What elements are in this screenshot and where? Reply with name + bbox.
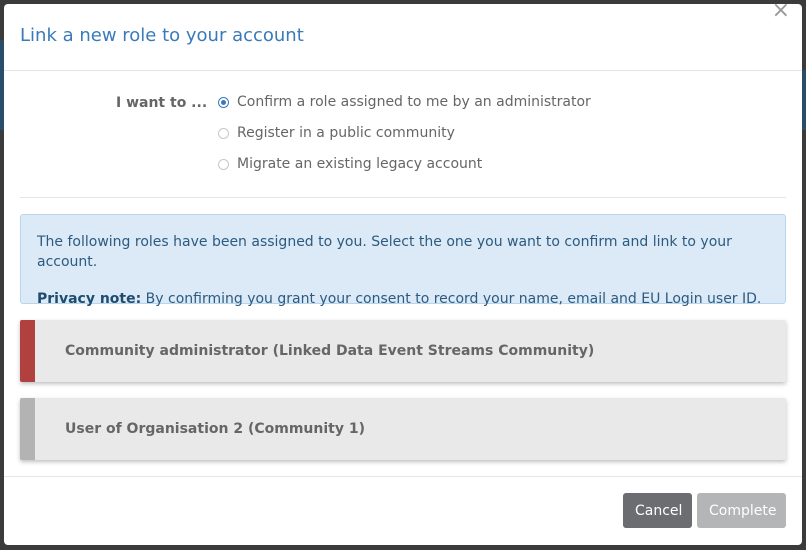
privacy-note-text: By confirming you grant your consent to … <box>141 291 762 307</box>
role-card-organisation-user[interactable]: User of Organisation 2 (Community 1) <box>20 398 786 460</box>
info-alert: The following roles have been assigned t… <box>20 214 786 307</box>
dialog-title: Link a new role to your account <box>20 25 304 46</box>
radio-register-community[interactable]: Register in a public community <box>218 125 455 141</box>
intent-group: I want to ... Confirm a role assigned to… <box>20 71 786 198</box>
radio-migrate-legacy[interactable]: Migrate an existing legacy account <box>218 156 482 172</box>
radio-label: Confirm a role assigned to me by an admi… <box>237 94 591 110</box>
complete-button[interactable]: Complete <box>697 493 786 528</box>
close-icon[interactable]: × <box>772 4 790 23</box>
intent-label: I want to ... <box>116 95 208 111</box>
privacy-note: Privacy note: By confirming you grant yo… <box>37 289 769 309</box>
radio-unchecked-icon[interactable] <box>218 158 229 170</box>
radio-unchecked-icon[interactable] <box>218 127 229 139</box>
cancel-button[interactable]: Cancel <box>623 493 692 528</box>
dialog-header: Link a new role to your account <box>4 4 802 71</box>
radio-confirm-role[interactable]: Confirm a role assigned to me by an admi… <box>218 94 591 110</box>
dialog-footer: Cancel Complete <box>4 476 802 545</box>
info-message: The following roles have been assigned t… <box>37 234 732 270</box>
role-label: User of Organisation 2 (Community 1) <box>65 421 365 437</box>
radio-label: Migrate an existing legacy account <box>237 156 483 172</box>
role-card-community-admin[interactable]: Community administrator (Linked Data Eve… <box>20 320 786 382</box>
link-role-dialog: × Link a new role to your account I want… <box>4 4 802 545</box>
dialog-body: I want to ... Confirm a role assigned to… <box>4 71 802 460</box>
role-label: Community administrator (Linked Data Eve… <box>65 343 595 359</box>
privacy-note-label: Privacy note: <box>37 291 142 307</box>
radio-label: Register in a public community <box>237 125 455 141</box>
role-color-bar <box>20 398 35 460</box>
radio-checked-icon[interactable] <box>218 96 229 108</box>
role-color-bar <box>20 320 35 382</box>
